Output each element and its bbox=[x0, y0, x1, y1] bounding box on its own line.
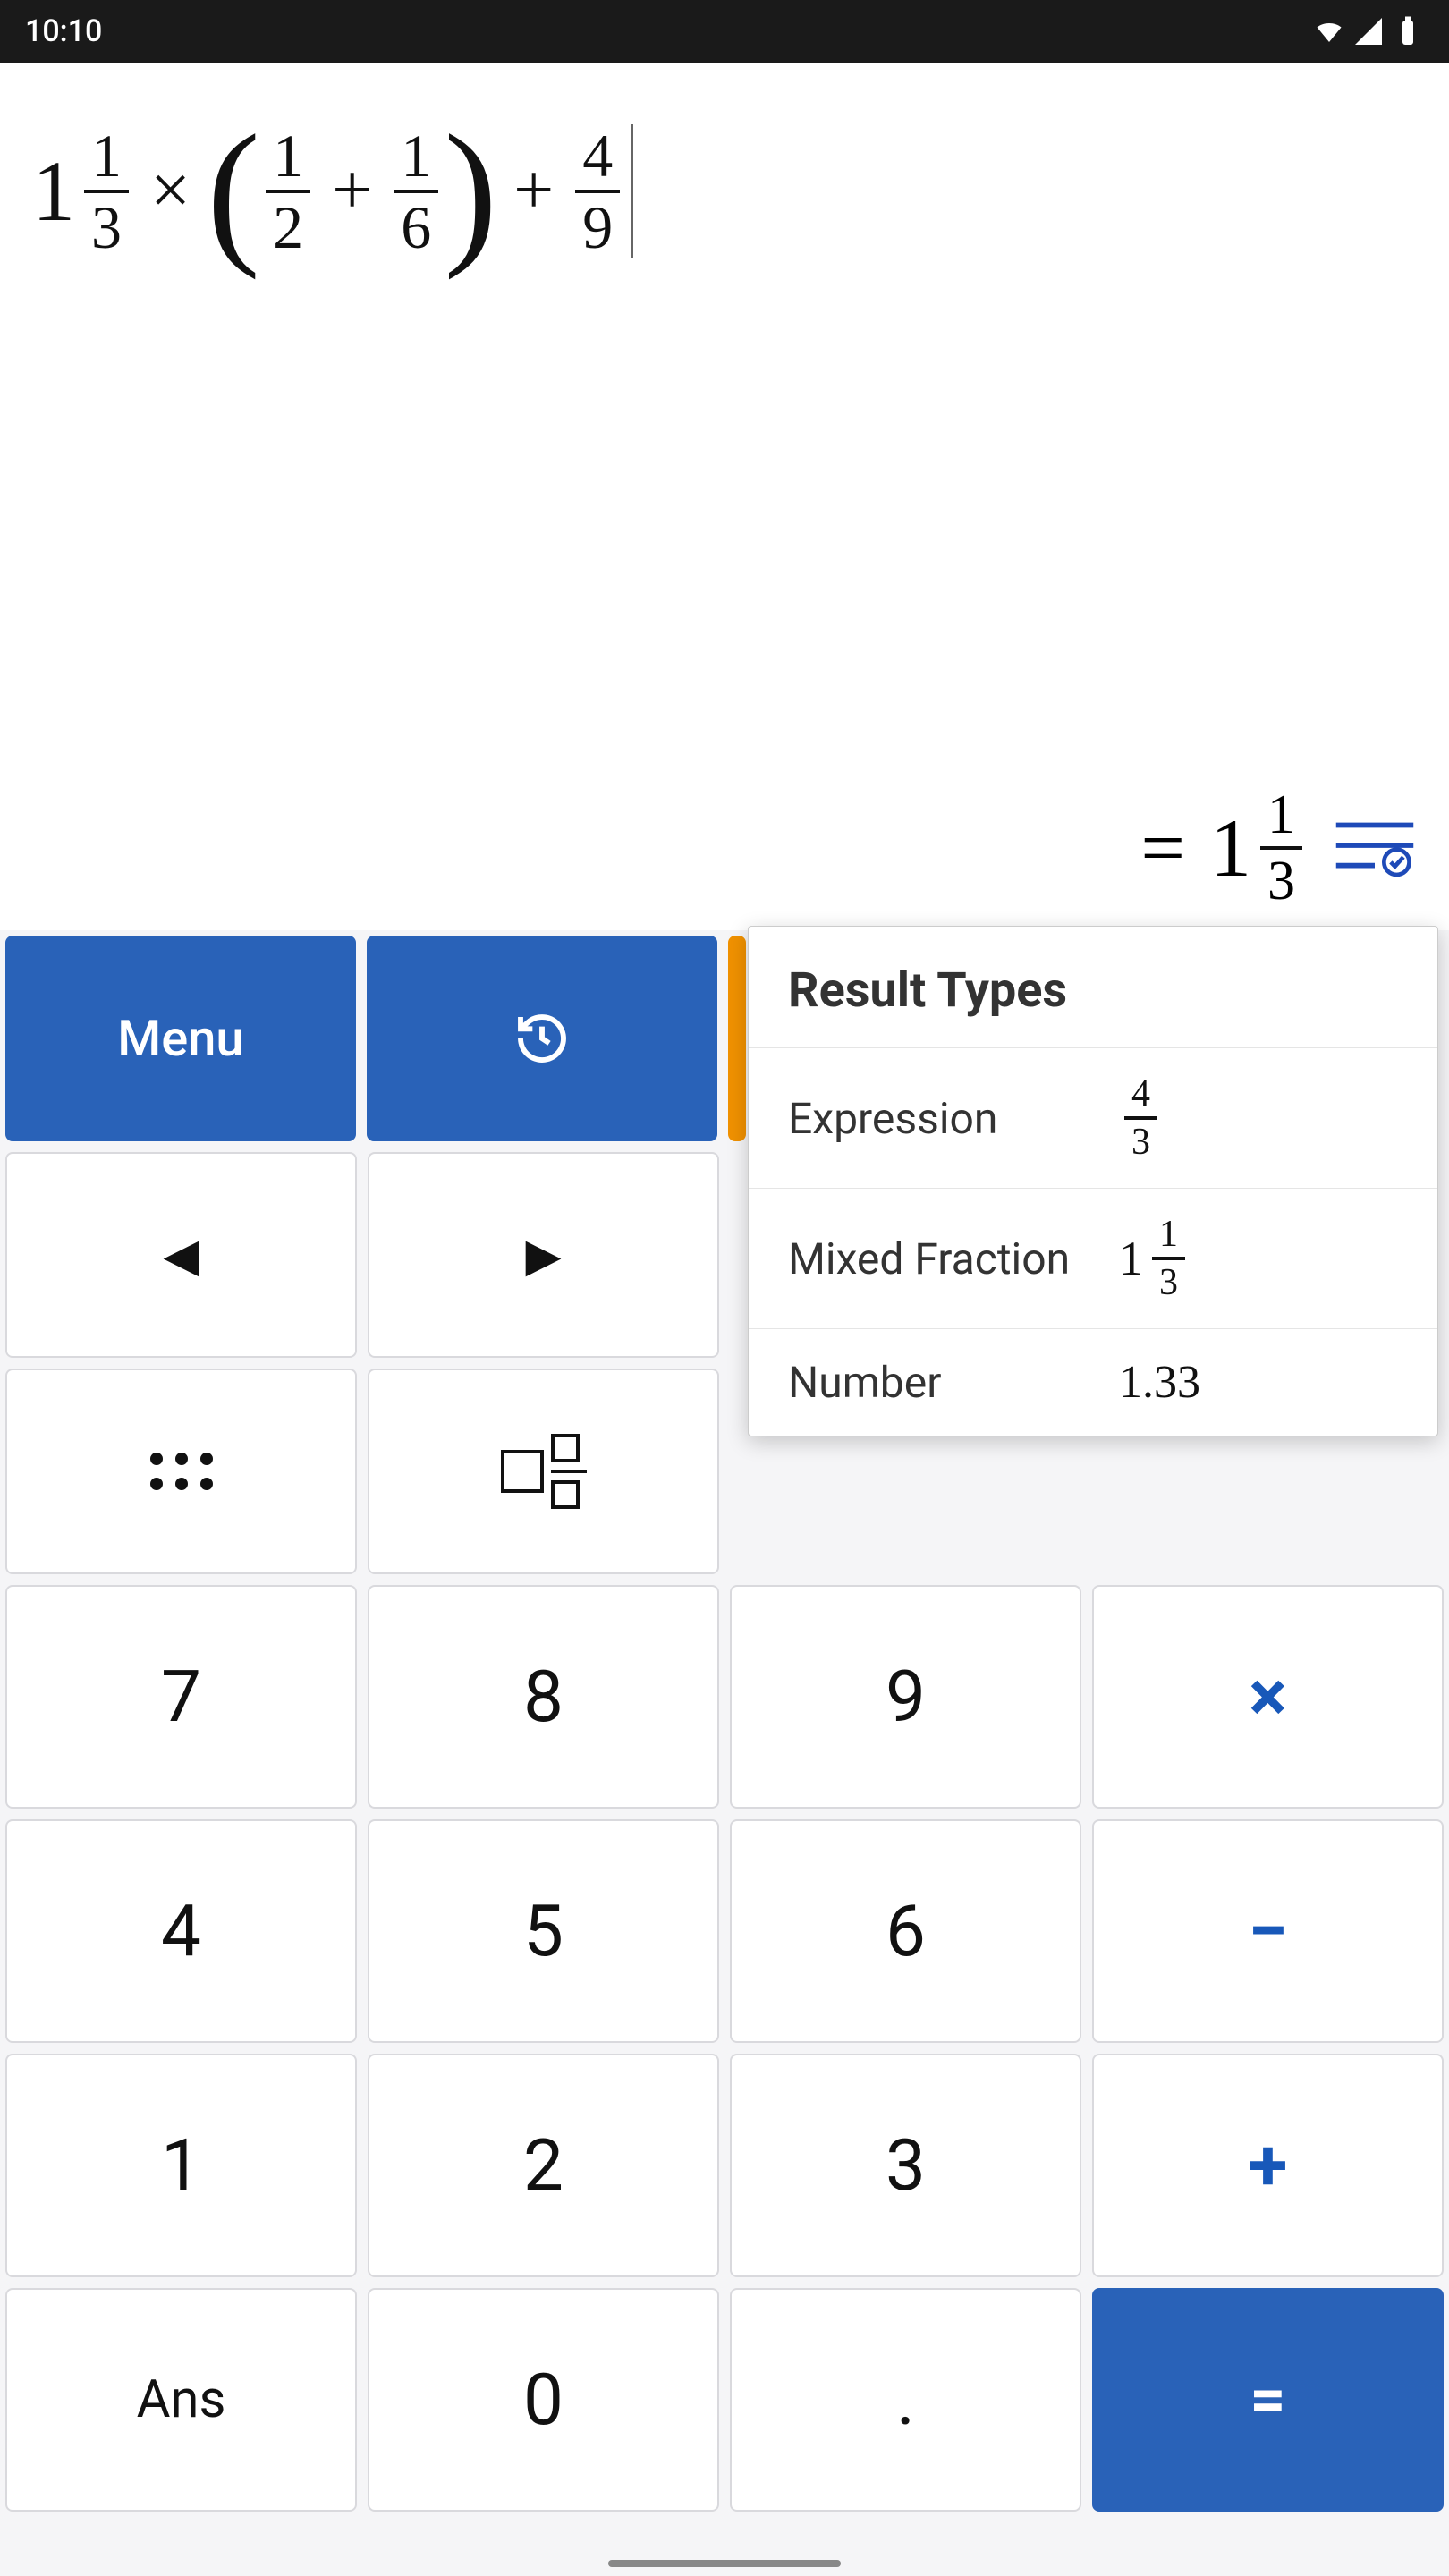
equals-sign: = bbox=[1140, 803, 1185, 894]
left-paren: ( bbox=[207, 98, 260, 284]
battery-icon bbox=[1392, 15, 1424, 47]
right-triangle-icon: ▶ bbox=[526, 1228, 562, 1283]
frac-1-6: 1 6 bbox=[394, 125, 438, 258]
right-paren: ) bbox=[444, 98, 497, 284]
ans-button[interactable]: Ans bbox=[5, 2288, 357, 2512]
digit-2-button[interactable]: 2 bbox=[368, 2054, 719, 2277]
more-functions-button[interactable] bbox=[5, 1368, 357, 1574]
status-time: 10:10 bbox=[25, 13, 102, 49]
digit-3-button[interactable]: 3 bbox=[730, 2054, 1081, 2277]
multiply-op: × bbox=[150, 150, 191, 232]
undo-button[interactable] bbox=[728, 936, 746, 1141]
digit-1-button[interactable]: 1 bbox=[5, 2054, 357, 2277]
result-type-expression[interactable]: Expression 4 3 bbox=[749, 1048, 1437, 1189]
text-cursor bbox=[631, 124, 633, 258]
result-mixed: 1 1 3 bbox=[1210, 787, 1308, 909]
result-type-mixed[interactable]: Mixed Fraction 1 1 3 bbox=[749, 1189, 1437, 1329]
digit-0-button[interactable]: 0 bbox=[368, 2288, 719, 2512]
display-area: 1 1 3 × ( 1 2 + 1 6 ) + 4 9 = 1 1 bbox=[0, 63, 1449, 930]
digit-6-button[interactable]: 6 bbox=[730, 1819, 1081, 2043]
digit-5-button[interactable]: 5 bbox=[368, 1819, 719, 2043]
frac-1-2: 1 2 bbox=[266, 125, 310, 258]
decimal-button[interactable]: . bbox=[730, 2288, 1081, 2512]
digit-7-button[interactable]: 7 bbox=[5, 1585, 357, 1809]
popup-title: Result Types bbox=[749, 927, 1437, 1048]
digit-4-button[interactable]: 4 bbox=[5, 1819, 357, 2043]
subtract-button[interactable]: − bbox=[1092, 1819, 1444, 2043]
mixed-1-1-3: 1 1 3 bbox=[32, 125, 134, 258]
left-triangle-icon: ◀ bbox=[164, 1228, 199, 1283]
result-type-number[interactable]: Number 1.33 bbox=[749, 1329, 1437, 1436]
frac-4-3: 4 3 bbox=[1124, 1075, 1157, 1161]
result-types-popup: Result Types Expression 4 3 Mixed Fracti… bbox=[748, 926, 1438, 1436]
signal-icon bbox=[1352, 15, 1385, 47]
mixed-fraction-button[interactable] bbox=[368, 1368, 719, 1574]
result-line: = 1 1 3 bbox=[1140, 787, 1417, 909]
status-bar: 10:10 bbox=[0, 0, 1449, 63]
plus-op-1: + bbox=[332, 150, 372, 232]
history-icon bbox=[513, 1010, 571, 1067]
multiply-button[interactable]: × bbox=[1092, 1585, 1444, 1809]
menu-button[interactable]: Menu bbox=[5, 936, 356, 1141]
cursor-left-button[interactable]: ◀ bbox=[5, 1152, 357, 1358]
mixed-1-1-3-popup: 1 1 3 bbox=[1119, 1216, 1191, 1301]
wifi-icon bbox=[1313, 15, 1345, 47]
history-button[interactable] bbox=[367, 936, 717, 1141]
add-button[interactable]: + bbox=[1092, 2054, 1444, 2277]
cursor-right-button[interactable]: ▶ bbox=[368, 1152, 719, 1358]
result-types-button[interactable] bbox=[1333, 815, 1417, 882]
mixed-fraction-icon bbox=[501, 1434, 587, 1509]
input-expression[interactable]: 1 1 3 × ( 1 2 + 1 6 ) + 4 9 bbox=[32, 98, 1417, 284]
six-dots-icon bbox=[150, 1453, 213, 1490]
status-icons bbox=[1313, 15, 1424, 47]
plus-op-2: + bbox=[513, 150, 554, 232]
digit-8-button[interactable]: 8 bbox=[368, 1585, 719, 1809]
equals-button[interactable]: = bbox=[1092, 2288, 1444, 2512]
digit-9-button[interactable]: 9 bbox=[730, 1585, 1081, 1809]
frac-4-9: 4 9 bbox=[575, 125, 620, 258]
nav-pill[interactable] bbox=[608, 2560, 841, 2567]
